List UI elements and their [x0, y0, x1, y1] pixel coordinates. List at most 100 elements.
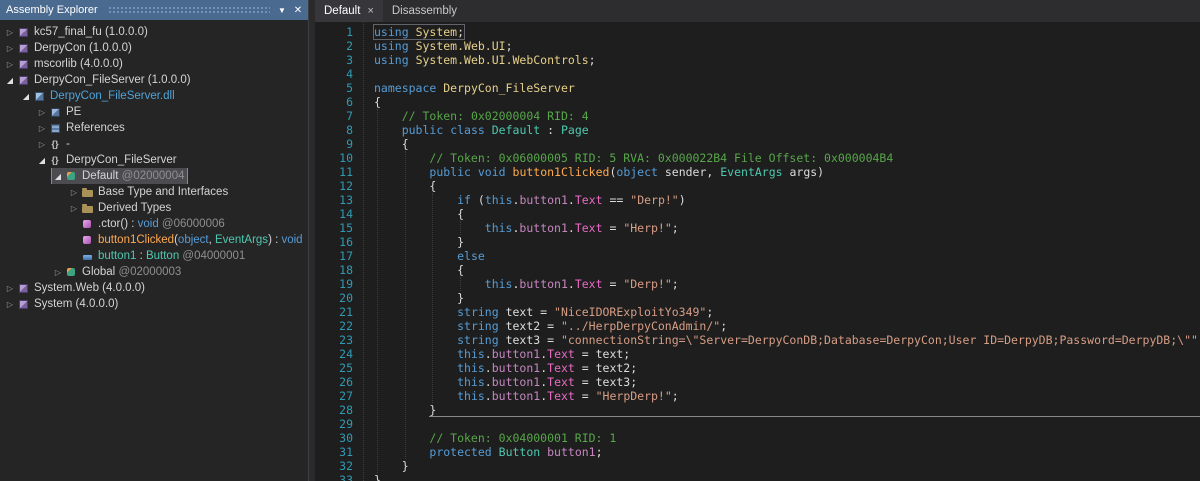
code-line[interactable]: [374, 417, 1200, 431]
line-number: 12: [315, 179, 353, 193]
code-line[interactable]: }: [374, 291, 1200, 305]
collapse-arrow-icon[interactable]: ◢: [52, 172, 64, 181]
method-icon: [80, 218, 94, 230]
code-line[interactable]: namespace DerpyCon_FileServer: [374, 81, 1200, 95]
tab-disassembly[interactable]: Disassembly: [383, 0, 466, 22]
expand-arrow-icon[interactable]: ▷: [4, 300, 16, 309]
caret-line-box: using System;: [374, 25, 464, 39]
tree-item[interactable]: ▷System.Web (4.0.0.0): [0, 280, 308, 296]
tree-item[interactable]: .ctor() : void @06000006: [0, 216, 308, 232]
tree-item[interactable]: ▷ Derived Types: [0, 200, 308, 216]
field-icon: [80, 250, 94, 262]
window-menu-icon[interactable]: ▼: [274, 0, 290, 20]
close-panel-icon[interactable]: ✕: [290, 0, 306, 20]
collapse-arrow-icon[interactable]: ◢: [20, 92, 32, 101]
folder-icon: [80, 202, 94, 214]
code-line[interactable]: if (this.button1.Text == "Derp!"): [374, 193, 1200, 207]
tree-item-label: DerpyCon_FileServer (1.0.0.0): [34, 74, 191, 86]
tree-item[interactable]: ▷ DerpyCon (1.0.0.0): [0, 40, 308, 56]
document-pane: Default × Disassembly 123456789101112131…: [315, 0, 1200, 481]
tree-item-label: DerpyCon (1.0.0.0): [34, 42, 132, 54]
code-line[interactable]: {: [374, 263, 1200, 277]
expand-arrow-icon[interactable]: ▷: [68, 188, 80, 197]
tree-item[interactable]: ▷Global @02000003: [0, 264, 308, 280]
expand-arrow-icon[interactable]: ▷: [4, 44, 16, 53]
expand-arrow-icon[interactable]: ▷: [4, 284, 16, 293]
tree-item[interactable]: ◢{}DerpyCon_FileServer: [0, 152, 308, 168]
expand-arrow-icon[interactable]: ▷: [36, 140, 48, 149]
tree-item-label: DerpyCon_FileServer.dll: [50, 90, 175, 102]
line-number: 28: [315, 403, 353, 417]
tree-item[interactable]: ▷ System (4.0.0.0): [0, 296, 308, 312]
tree-item-label: button1 : Button @04000001: [98, 250, 245, 262]
code-line[interactable]: // Token: 0x04000001 RID: 1: [374, 431, 1200, 445]
tree-item[interactable]: ▷mscorlib (4.0.0.0): [0, 56, 308, 72]
code-line[interactable]: public void button1Clicked(object sender…: [374, 165, 1200, 179]
code-line[interactable]: this.button1.Text = "HerpDerp!";: [374, 389, 1200, 403]
code-line[interactable]: }: [374, 473, 1200, 481]
tree-item-label: Derived Types: [98, 202, 171, 214]
tree-item[interactable]: button1Clicked(object, EventArgs) : void: [0, 232, 308, 248]
assembly-explorer-header[interactable]: Assembly Explorer ▼ ✕: [0, 0, 308, 20]
code-line[interactable]: this.button1.Text = text;: [374, 347, 1200, 361]
code-line[interactable]: {: [374, 207, 1200, 221]
code-line[interactable]: string text = "NiceIDORExploitYo349";: [374, 305, 1200, 319]
code-line[interactable]: // Token: 0x06000005 RID: 5 RVA: 0x00002…: [374, 151, 1200, 165]
collapse-arrow-icon[interactable]: ◢: [4, 76, 16, 85]
tree-item[interactable]: ◢ DerpyCon_FileServer.dll: [0, 88, 308, 104]
expand-arrow-icon[interactable]: ▷: [4, 60, 16, 69]
code-line[interactable]: this.button1.Text = "Derp!";: [374, 277, 1200, 291]
line-number: 4: [315, 67, 353, 81]
code-line[interactable]: {: [374, 95, 1200, 109]
tab-default[interactable]: Default ×: [315, 0, 383, 22]
panel-drag-grip[interactable]: [108, 6, 270, 14]
code-line[interactable]: {: [374, 137, 1200, 151]
code-line[interactable]: string text3 = "connectionString=\"Serve…: [374, 333, 1200, 347]
tree-item[interactable]: ◢ DerpyCon_FileServer (1.0.0.0): [0, 72, 308, 88]
code-line[interactable]: public class Default : Page: [374, 123, 1200, 137]
class-icon: [64, 266, 78, 278]
tree-item[interactable]: ▷Base Type and Interfaces: [0, 184, 308, 200]
code-text-area[interactable]: using System;using System.Web.UI;using S…: [374, 25, 1200, 481]
close-tab-icon[interactable]: ×: [367, 5, 373, 17]
references-icon: [48, 122, 62, 134]
collapse-arrow-icon[interactable]: ◢: [36, 156, 48, 165]
code-line[interactable]: }: [374, 459, 1200, 473]
code-editor[interactable]: 1234567891011121314151617181920212223242…: [315, 22, 1200, 481]
tree-item[interactable]: ▷kc57_final_fu (1.0.0.0): [0, 24, 308, 40]
line-number: 1: [315, 25, 353, 39]
code-line[interactable]: else: [374, 249, 1200, 263]
expand-arrow-icon[interactable]: ▷: [36, 124, 48, 133]
line-number: 17: [315, 249, 353, 263]
tree-item[interactable]: ◢Default @02000004: [0, 168, 308, 184]
assembly-icon: [16, 58, 30, 70]
line-number: 24: [315, 347, 353, 361]
code-line[interactable]: }: [374, 403, 1200, 417]
expand-arrow-icon[interactable]: ▷: [4, 28, 16, 37]
code-line[interactable]: [374, 67, 1200, 81]
code-line[interactable]: string text2 = "../HerpDerpyConAdmin/";: [374, 319, 1200, 333]
code-line[interactable]: using System.Web.UI;: [374, 39, 1200, 53]
tree-item[interactable]: ▷References: [0, 120, 308, 136]
code-line[interactable]: this.button1.Text = "Herp!";: [374, 221, 1200, 235]
line-number: 9: [315, 137, 353, 151]
code-line[interactable]: using System.Web.UI.WebControls;: [374, 53, 1200, 67]
tree-item[interactable]: ▷PE: [0, 104, 308, 120]
code-line[interactable]: this.button1.Text = text3;: [374, 375, 1200, 389]
expand-arrow-icon[interactable]: ▷: [36, 108, 48, 117]
code-line[interactable]: this.button1.Text = text2;: [374, 361, 1200, 375]
line-number: 27: [315, 389, 353, 403]
code-line[interactable]: using System;: [374, 25, 1200, 39]
code-line[interactable]: // Token: 0x02000004 RID: 4: [374, 109, 1200, 123]
code-line[interactable]: {: [374, 179, 1200, 193]
tree-item[interactable]: ▷{}-: [0, 136, 308, 152]
code-line[interactable]: }: [374, 235, 1200, 249]
code-line[interactable]: protected Button button1;: [374, 445, 1200, 459]
expand-arrow-icon[interactable]: ▷: [52, 268, 64, 277]
line-number: 22: [315, 319, 353, 333]
line-number: 5: [315, 81, 353, 95]
tree-item[interactable]: button1 : Button @04000001: [0, 248, 308, 264]
expand-arrow-icon[interactable]: ▷: [68, 204, 80, 213]
tree-item-label: System (4.0.0.0): [34, 298, 118, 310]
namespace-icon: {}: [48, 138, 62, 150]
